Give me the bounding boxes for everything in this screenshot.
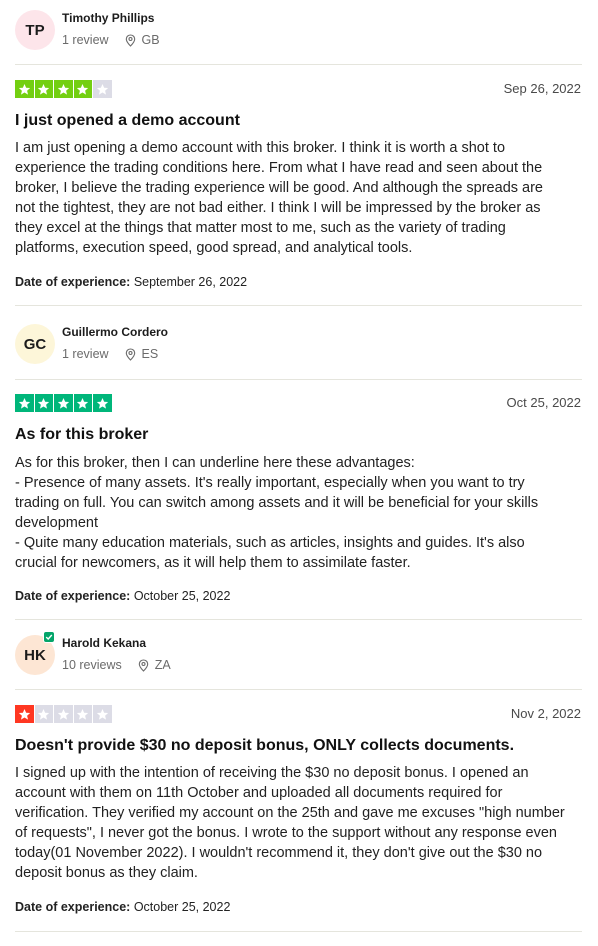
- consumer-country: GB: [141, 33, 160, 47]
- consumer-info[interactable]: GC Guillermo Cordero 1 review ES: [15, 324, 575, 368]
- star-icon: [54, 394, 73, 412]
- location-pin-icon: [125, 33, 135, 47]
- consumer-name[interactable]: Guillermo Cordero: [62, 325, 168, 339]
- star-rating: [15, 705, 112, 723]
- location-pin-icon: [125, 347, 135, 361]
- divider: [15, 931, 582, 932]
- date-of-experience-label: Date of experience:: [15, 275, 131, 289]
- date-of-experience: Date of experience: September 26, 2022: [15, 275, 247, 289]
- star-icon: [54, 80, 73, 98]
- avatar[interactable]: GC: [15, 324, 55, 364]
- star-empty-icon: [93, 705, 112, 723]
- review-title[interactable]: I just opened a demo account: [15, 112, 240, 130]
- consumer-meta: 1 review GB: [62, 33, 160, 47]
- verified-check-icon: [43, 631, 55, 643]
- divider: [15, 619, 582, 620]
- avatar[interactable]: TP: [15, 10, 55, 50]
- star-icon: [15, 705, 34, 723]
- divider: [15, 689, 582, 690]
- star-rating: [15, 80, 112, 98]
- consumer-name[interactable]: Harold Kekana: [62, 636, 146, 650]
- review-count: 1 review: [62, 33, 109, 47]
- date-of-experience-label: Date of experience:: [15, 900, 131, 914]
- date-of-experience: Date of experience: October 25, 2022: [15, 589, 230, 603]
- star-icon: [73, 394, 92, 412]
- divider: [15, 379, 582, 380]
- location-pin-icon: [138, 658, 149, 672]
- star-icon: [73, 80, 92, 98]
- consumer-country: ES: [141, 347, 159, 361]
- review-title[interactable]: As for this broker: [15, 426, 148, 444]
- review-count: 10 reviews: [62, 658, 122, 672]
- review-body: As for this broker, then I can underline…: [15, 455, 539, 571]
- divider: [15, 64, 582, 65]
- date-of-experience-value: October 25, 2022: [133, 589, 231, 603]
- date-of-experience-value: October 25, 2022: [133, 900, 231, 914]
- review-title[interactable]: Doesn't provide $30 no deposit bonus, ON…: [15, 737, 514, 755]
- consumer-country: ZA: [154, 658, 171, 672]
- star-icon: [15, 80, 34, 98]
- review-count: 1 review: [62, 347, 109, 361]
- review-date: Sep 26, 2022: [503, 81, 581, 96]
- date-of-experience-label: Date of experience:: [15, 589, 131, 603]
- star-empty-icon: [54, 705, 73, 723]
- star-icon: [34, 394, 53, 412]
- star-icon: [93, 394, 112, 412]
- divider: [15, 305, 582, 306]
- consumer-meta: 1 review ES: [62, 347, 158, 361]
- consumer-info[interactable]: TP Timothy Phillips 1 review GB: [15, 10, 575, 54]
- star-icon: [15, 394, 34, 412]
- star-icon: [34, 80, 53, 98]
- date-of-experience-value: September 26, 2022: [133, 275, 248, 289]
- date-of-experience: Date of experience: October 25, 2022: [15, 900, 230, 914]
- review-date: Nov 2, 2022: [510, 706, 581, 721]
- review-body: I signed up with the intention of receiv…: [15, 765, 565, 881]
- consumer-info[interactable]: HK Harold Kekana 10 reviews ZA: [15, 631, 575, 679]
- star-empty-icon: [73, 705, 92, 723]
- star-rating: [15, 394, 112, 412]
- review-date: Oct 25, 2022: [506, 395, 581, 410]
- consumer-meta: 10 reviews ZA: [62, 658, 171, 672]
- review-body: I am just opening a demo account with th…: [15, 140, 543, 256]
- star-empty-icon: [93, 80, 112, 98]
- consumer-name[interactable]: Timothy Phillips: [62, 11, 154, 25]
- star-empty-icon: [34, 705, 53, 723]
